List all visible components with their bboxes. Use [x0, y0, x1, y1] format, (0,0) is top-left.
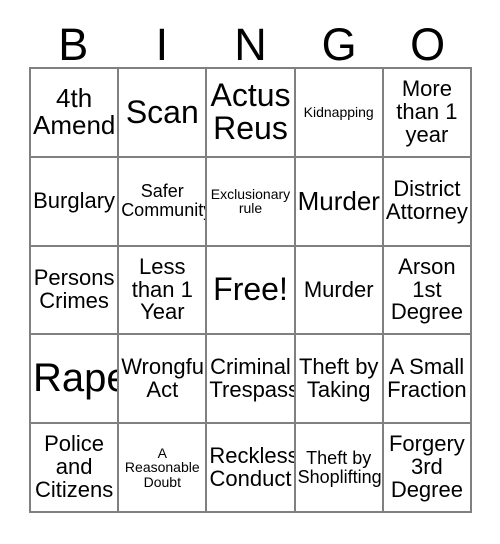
bingo-cell-r1c5[interactable]: More than 1 year — [383, 69, 472, 158]
bingo-cell-r5c2[interactable]: A Reasonable Doubt — [119, 424, 208, 513]
bingo-card: B I N G O 4th Amend Scan Actus Reus Kidn… — [0, 0, 500, 544]
bingo-cell-r2c4[interactable]: Murder — [295, 157, 384, 247]
bingo-cell-label: Police and Citizens — [34, 431, 114, 503]
bingo-grid: 4th Amend Scan Actus Reus Kidnapping Mor… — [29, 67, 472, 513]
bingo-cell-label: Criminal Trespass — [209, 353, 296, 402]
bingo-cell-r4c3[interactable]: Criminal Trespass — [207, 335, 296, 425]
bingo-cell-label: Safer Community — [121, 181, 208, 221]
bingo-cell-label: District Attorney — [385, 176, 468, 225]
bingo-cell-label: Reckless Conduct — [209, 442, 296, 491]
bingo-cell-label: Murder — [297, 185, 380, 216]
bingo-cell-free-space[interactable]: Free! — [207, 246, 296, 336]
bingo-header-letter-i: I — [155, 19, 169, 70]
bingo-cell-label: Exclusionary rule — [210, 185, 291, 217]
bingo-cell-label: Kidnapping — [303, 104, 374, 121]
bingo-cell-label: Rape — [33, 355, 120, 400]
bingo-cell-label: Scan — [125, 93, 199, 130]
bingo-cell-r1c3[interactable]: Actus Reus — [207, 69, 296, 158]
bingo-cell-label: More than 1 year — [396, 76, 458, 147]
bingo-cell-r1c4[interactable]: Kidnapping — [295, 69, 384, 158]
bingo-cell-label: Less than 1 Year — [131, 253, 193, 325]
bingo-header-letter-g: G — [321, 19, 357, 70]
bingo-cell-label: A Reasonable Doubt — [124, 444, 200, 490]
bingo-cell-r4c5[interactable]: A Small Fraction — [383, 335, 472, 425]
bingo-cell-r5c4[interactable]: Theft by Shoplifting — [295, 424, 384, 513]
bingo-cell-label: Murder — [303, 276, 374, 302]
bingo-cell-r3c1[interactable]: Persons Crimes — [31, 246, 120, 336]
bingo-cell-r5c1[interactable]: Police and Citizens — [31, 424, 120, 513]
bingo-cell-label: Theft by Shoplifting — [297, 447, 382, 487]
bingo-cell-label: A Small Fraction — [387, 353, 467, 402]
bingo-cell-label: Persons Crimes — [33, 265, 115, 313]
bingo-header-row: B I N G O — [29, 14, 472, 67]
bingo-cell-r3c4[interactable]: Murder — [295, 246, 384, 336]
bingo-header-letter-n: N — [234, 19, 267, 70]
bingo-cell-r3c5[interactable]: Arson 1st Degree — [383, 246, 472, 336]
bingo-cell-r1c1[interactable]: 4th Amend — [31, 69, 120, 158]
bingo-cell-r1c2[interactable]: Scan — [119, 69, 208, 158]
bingo-cell-label: Free! — [213, 271, 288, 308]
bingo-cell-r4c1[interactable]: Rape — [31, 335, 120, 425]
bingo-cell-r4c2[interactable]: Wrongful Act — [119, 335, 208, 425]
bingo-cell-label: Burglary — [33, 187, 116, 213]
bingo-cell-r5c3[interactable]: Reckless Conduct — [207, 424, 296, 513]
bingo-cell-label: Theft by Taking — [298, 353, 379, 402]
bingo-cell-label: 4th Amend — [33, 83, 116, 141]
bingo-cell-label: Actus Reus — [210, 77, 291, 147]
bingo-header-letter-b: B — [58, 19, 89, 70]
bingo-cell-r2c3[interactable]: Exclusionary rule — [207, 157, 296, 247]
bingo-cell-r4c4[interactable]: Theft by Taking — [295, 335, 384, 425]
bingo-cell-r2c2[interactable]: Safer Community — [119, 157, 208, 247]
bingo-cell-r3c2[interactable]: Less than 1 Year — [119, 246, 208, 336]
bingo-cell-r2c5[interactable]: District Attorney — [383, 157, 472, 247]
bingo-cell-r2c1[interactable]: Burglary — [31, 157, 120, 247]
bingo-cell-r5c5[interactable]: Forgery 3rd Degree — [383, 424, 472, 513]
bingo-header-letter-o: O — [410, 19, 446, 70]
bingo-cell-label: Forgery 3rd Degree — [388, 431, 465, 503]
bingo-cell-label: Wrongful Act — [121, 353, 208, 402]
bingo-cell-label: Arson 1st Degree — [390, 253, 463, 325]
